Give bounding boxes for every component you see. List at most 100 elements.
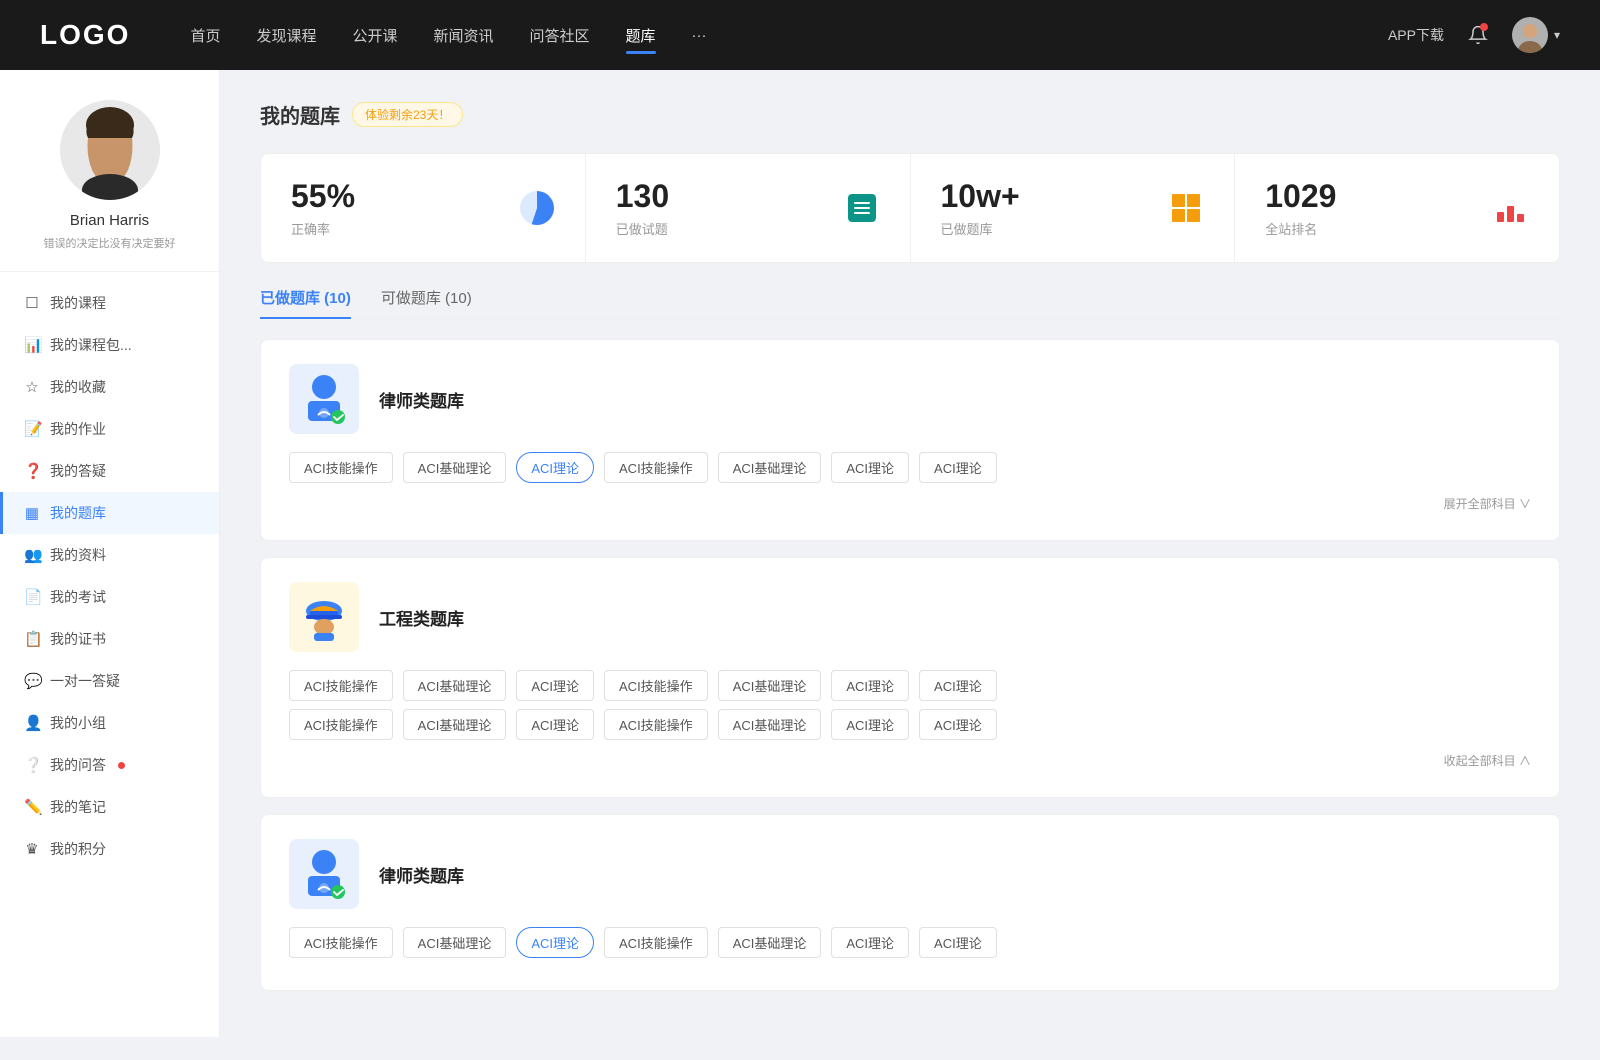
tag-1-5[interactable]: ACI基础理论 (718, 452, 822, 483)
tag-3-4[interactable]: ACI技能操作 (604, 927, 708, 958)
tag-1-7[interactable]: ACI理论 (919, 452, 997, 483)
question-icon: ❔ (24, 756, 40, 774)
profile-avatar (60, 100, 160, 200)
avatar-chevron: ▾ (1554, 28, 1560, 42)
stat-ranking: 1029 全站排名 (1235, 154, 1559, 262)
bank-title-3: 律师类题库 (379, 862, 464, 887)
certificate-icon: 📋 (24, 630, 40, 648)
person-group-icon: 👥 (24, 546, 40, 564)
question-circle-icon: ❓ (24, 462, 40, 480)
tag-2b-1[interactable]: ACI技能操作 (289, 709, 393, 740)
crown-icon: ♛ (24, 840, 40, 858)
nav-discover[interactable]: 发现课程 (256, 21, 316, 50)
main-content: 我的题库 体验剩余23天！ 55% 正确率 130 已做试题 (220, 70, 1600, 1037)
stat-accuracy: 55% 正确率 (261, 154, 586, 262)
page-header: 我的题库 体验剩余23天！ (260, 100, 1560, 129)
nav-open-course[interactable]: 公开课 (352, 21, 397, 50)
sidebar-item-course-package[interactable]: 📊 我的课程包... (0, 324, 219, 366)
tag-2b-4[interactable]: ACI技能操作 (604, 709, 708, 740)
user-avatar (1512, 17, 1548, 53)
question-notification-dot (118, 762, 125, 769)
tag-3-3[interactable]: ACI理论 (516, 927, 594, 958)
tab-available-banks[interactable]: 可做题库 (10) (381, 287, 472, 318)
nav-qa[interactable]: 问答社区 (530, 21, 590, 50)
tag-2b-6[interactable]: ACI理论 (831, 709, 909, 740)
notification-bell[interactable] (1464, 21, 1492, 49)
bank-icon-lawyer-3 (289, 839, 359, 909)
sidebar-item-profile[interactable]: 👥 我的资料 (0, 534, 219, 576)
navbar-right: APP下载 ▾ (1388, 17, 1560, 53)
stat-banks-done-label: 已做题库 (941, 219, 1020, 238)
tag-2-5[interactable]: ACI基础理论 (718, 670, 822, 701)
bank-title-1: 律师类题库 (379, 387, 464, 412)
tag-1-1[interactable]: ACI技能操作 (289, 452, 393, 483)
nav-news[interactable]: 新闻资讯 (434, 21, 494, 50)
tag-3-2[interactable]: ACI基础理论 (403, 927, 507, 958)
tag-3-7[interactable]: ACI理论 (919, 927, 997, 958)
sidebar-item-groups[interactable]: 👤 我的小组 (0, 702, 219, 744)
tag-1-3[interactable]: ACI理论 (516, 452, 594, 483)
chat-icon: 💬 (24, 672, 40, 690)
tag-2b-7[interactable]: ACI理论 (919, 709, 997, 740)
tag-2-4[interactable]: ACI技能操作 (604, 670, 708, 701)
tag-2b-2[interactable]: ACI基础理论 (403, 709, 507, 740)
grid-icon: ▦ (24, 504, 40, 522)
sidebar-item-exam[interactable]: 📄 我的考试 (0, 576, 219, 618)
stats-row: 55% 正确率 130 已做试题 (260, 153, 1560, 263)
grid-orange-icon (1172, 194, 1200, 222)
tag-2-1[interactable]: ACI技能操作 (289, 670, 393, 701)
bank-tags-row-3: ACI技能操作 ACI基础理论 ACI理论 ACI技能操作 ACI基础理论 AC… (289, 927, 1531, 958)
bank-tags-row-2b: ACI技能操作 ACI基础理论 ACI理论 ACI技能操作 ACI基础理论 AC… (289, 709, 1531, 740)
nav-question-bank[interactable]: 题库 (626, 21, 656, 50)
tag-3-1[interactable]: ACI技能操作 (289, 927, 393, 958)
sidebar-item-certificate[interactable]: 📋 我的证书 (0, 618, 219, 660)
stat-questions-done: 130 已做试题 (586, 154, 911, 262)
group-icon: 👤 (24, 714, 40, 732)
nav-more[interactable]: ··· (692, 23, 707, 48)
stat-accuracy-label: 正确率 (291, 219, 355, 238)
stat-ranking-label: 全站排名 (1265, 219, 1336, 238)
stat-accuracy-icon (519, 190, 555, 226)
sidebar-item-one-on-one[interactable]: 💬 一对一答疑 (0, 660, 219, 702)
bank-icon-lawyer-1 (289, 364, 359, 434)
list-icon (848, 194, 876, 222)
user-avatar-btn[interactable]: ▾ (1512, 17, 1560, 53)
sidebar: Brian Harris 错误的决定比没有决定要好 ☐ 我的课程 📊 我的课程包… (0, 70, 220, 1037)
bank-tags-row-1: ACI技能操作 ACI基础理论 ACI理论 ACI技能操作 ACI基础理论 AC… (289, 452, 1531, 483)
trial-badge: 体验剩余23天！ (352, 102, 463, 127)
tag-3-5[interactable]: ACI基础理论 (718, 927, 822, 958)
tab-done-banks[interactable]: 已做题库 (10) (260, 287, 351, 318)
stat-list-icon (844, 190, 880, 226)
sidebar-item-my-questions[interactable]: ❔ 我的问答 (0, 744, 219, 786)
sidebar-item-homework[interactable]: 📝 我的作业 (0, 408, 219, 450)
app-download-btn[interactable]: APP下载 (1388, 25, 1444, 45)
sidebar-item-qa[interactable]: ❓ 我的答疑 (0, 450, 219, 492)
expand-link-1[interactable]: 展开全部科目 ∨ (289, 491, 1531, 516)
note-icon: 📝 (24, 420, 40, 438)
nav-home[interactable]: 首页 (190, 21, 220, 50)
stat-banks-done: 10w+ 已做题库 (911, 154, 1236, 262)
profile-motto: 错误的决定比没有决定要好 (44, 235, 176, 251)
edit-icon: ✏️ (24, 798, 40, 816)
sidebar-item-points[interactable]: ♛ 我的积分 (0, 828, 219, 870)
tag-2-6[interactable]: ACI理论 (831, 670, 909, 701)
sidebar-item-favorites[interactable]: ☆ 我的收藏 (0, 366, 219, 408)
collapse-link-2[interactable]: 收起全部科目 ∧ (289, 748, 1531, 773)
tag-2-2[interactable]: ACI基础理论 (403, 670, 507, 701)
tag-1-6[interactable]: ACI理论 (831, 452, 909, 483)
tag-3-6[interactable]: ACI理论 (831, 927, 909, 958)
nav-menu: 首页 发现课程 公开课 新闻资讯 问答社区 题库 ··· (190, 21, 1388, 50)
notification-dot (1480, 23, 1488, 31)
stat-banks-done-value: 10w+ (941, 178, 1020, 215)
tag-1-4[interactable]: ACI技能操作 (604, 452, 708, 483)
bank-card-3: 律师类题库 ACI技能操作 ACI基础理论 ACI理论 ACI技能操作 ACI基… (260, 814, 1560, 991)
tag-2b-3[interactable]: ACI理论 (516, 709, 594, 740)
tag-2-7[interactable]: ACI理论 (919, 670, 997, 701)
tag-1-2[interactable]: ACI基础理论 (403, 452, 507, 483)
tag-2b-5[interactable]: ACI基础理论 (718, 709, 822, 740)
tag-2-3[interactable]: ACI理论 (516, 670, 594, 701)
sidebar-profile: Brian Harris 错误的决定比没有决定要好 (0, 100, 219, 272)
sidebar-item-my-courses[interactable]: ☐ 我的课程 (0, 282, 219, 324)
sidebar-item-notes[interactable]: ✏️ 我的笔记 (0, 786, 219, 828)
sidebar-item-question-bank[interactable]: ▦ 我的题库 (0, 492, 219, 534)
